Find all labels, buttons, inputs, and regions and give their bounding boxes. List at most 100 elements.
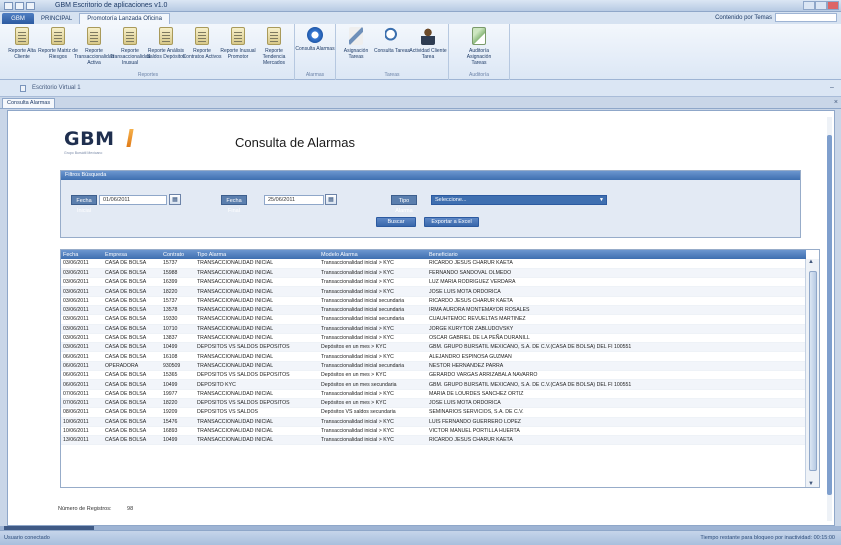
tab-consulta-alarmas[interactable]: Consulta Alarmas: [2, 98, 56, 108]
calendar-icon[interactable]: ▦: [325, 194, 337, 205]
table-cell: CASA DE BOLSA: [103, 389, 161, 399]
scroll-up-icon[interactable]: ▲: [808, 259, 814, 265]
table-row[interactable]: 03/06/2011 CASA DE BOLSA 13578 TRANSACCIONA…: [61, 305, 806, 316]
column-header-contrato[interactable]: Contrato: [161, 250, 195, 259]
asignacion-tareas-button[interactable]: Asignación Tareas: [338, 24, 374, 70]
record-count-label: Número de Registros:: [58, 506, 112, 512]
table-cell: SEMINARIOS SERVICIOS, S.A. DE C.V.: [427, 407, 806, 418]
tipo-alarma-label: Tipo Alarma: [391, 195, 417, 214]
table-cell: DEPOSITOS VS SALDOS: [195, 407, 319, 418]
table-row[interactable]: 06/06/2011 CASA DE BOLSA 15365 DEPOSITOS VS…: [61, 370, 806, 381]
undo-icon[interactable]: [26, 1, 35, 10]
grid-scrollbar[interactable]: ▲ ▼: [805, 259, 819, 487]
auditoria-asignacion-tareas-button[interactable]: Auditoría Asignación Tareas: [451, 24, 507, 70]
scroll-down-icon[interactable]: ▼: [808, 481, 814, 487]
table-cell: Transaccionalidad inicial > KYC: [319, 277, 427, 288]
table-row[interactable]: 03/06/2011 CASA DE BOLSA 19330 TRANSACCIONA…: [61, 314, 806, 325]
table-cell: 03/06/2011: [61, 324, 103, 334]
table-cell: 10/06/2011: [61, 426, 103, 437]
table-row[interactable]: 10/06/2011 CASA DE BOLSA 16893 TRANSACCIONA…: [61, 426, 806, 437]
table-cell: 19977: [161, 389, 195, 399]
table-cell: CASA DE BOLSA: [103, 370, 161, 381]
fecha-inicial-input[interactable]: 01/06/2011: [99, 195, 167, 205]
table-row[interactable]: 03/06/2011 CASA DE BOLSA 10499 DEPOSITOS VS…: [61, 342, 806, 353]
minimize-icon[interactable]: [803, 1, 815, 10]
table-cell: VICTOR MANUEL PORTILLA HUERTA: [427, 426, 806, 437]
ribbon-group-label: Alarmas: [305, 72, 325, 78]
table-row[interactable]: 13/06/2011 CASA DE BOLSA 10499 TRANSACCIONA…: [61, 435, 806, 446]
reporte-analisis-saldos-button[interactable]: Reporte Análisis Saldos Depósitos: [147, 24, 185, 70]
app-icon[interactable]: [4, 1, 13, 10]
consulta-alarmas-button[interactable]: Consulta Alarmas: [295, 24, 335, 70]
page-scroll-thumb[interactable]: [827, 135, 832, 495]
fecha-final-input[interactable]: 25/06/2011: [264, 195, 324, 205]
table-cell: GERARDO VARGAS ARRIZABALA NAVARRO: [427, 370, 806, 381]
table-row[interactable]: 03/06/2011 CASA DE BOLSA 13837 TRANSACCIONA…: [61, 333, 806, 344]
table-row[interactable]: 07/06/2011 CASA DE BOLSA 19977 TRANSACCIONA…: [61, 389, 806, 399]
quick-access-toolbar: [4, 1, 35, 10]
exportar-excel-button[interactable]: Exportar a Excel: [424, 217, 479, 227]
table-row[interactable]: 10/06/2011 CASA DE BOLSA 15476 TRANSACCIONA…: [61, 417, 806, 427]
table-row[interactable]: 03/06/2011 CASA DE BOLSA 15988 TRANSACCIONA…: [61, 268, 806, 279]
scroll-thumb[interactable]: [809, 271, 817, 471]
tab-principal[interactable]: PRINCIPAL: [34, 13, 79, 24]
document-name[interactable]: Escritorio Virtual 1: [32, 85, 81, 91]
tipo-alarma-select[interactable]: Seleccione... ▼: [431, 195, 607, 205]
table-cell: DEPOSITO KYC: [195, 379, 319, 390]
close-tab-icon[interactable]: ×: [834, 99, 838, 106]
tab-promotoria[interactable]: Promotoría Lanzada Oficina: [79, 13, 170, 24]
table-row[interactable]: 06/06/2011 CASA DE BOLSA 10499 DEPOSITO KYC…: [61, 379, 806, 390]
table-cell: GBM. GRUPO BURSATIL MEXICANO, S.A. DE C.…: [427, 342, 806, 353]
table-cell: CASA DE BOLSA: [103, 351, 161, 362]
table-row[interactable]: 03/06/2011 CASA DE BOLSA 10710 TRANSACCIONA…: [61, 324, 806, 334]
table-cell: CASA DE BOLSA: [103, 305, 161, 316]
chevron-down-icon: ▼: [599, 197, 604, 203]
table-row[interactable]: 08/06/2011 CASA DE BOLSA 19209 DEPOSITOS VS…: [61, 407, 806, 418]
window-title: GBM Escritorio de aplicaciones v1.0: [55, 2, 168, 9]
minimize-panel-icon[interactable]: –: [830, 84, 838, 92]
table-cell: 03/06/2011: [61, 268, 103, 279]
table-row[interactable]: 03/06/2011 CASA DE BOLSA 15737 TRANSACCIONA…: [61, 259, 806, 269]
filters-panel: Filtros Búsqueda Fecha Inicial 01/06/201…: [60, 170, 801, 238]
column-header-empresa[interactable]: Empresa: [103, 250, 161, 259]
table-cell: CASA DE BOLSA: [103, 324, 161, 334]
save-icon[interactable]: [15, 1, 24, 10]
reporte-transaccionalidad-inusual-button[interactable]: Reporte Transaccionalidad Inusual: [110, 24, 150, 70]
table-row[interactable]: 03/06/2011 CASA DE BOLSA 16399 TRANSACCIONA…: [61, 277, 806, 288]
table-row[interactable]: 07/06/2011 CASA DE BOLSA 18220 DEPOSITOS VS…: [61, 398, 806, 409]
column-header-tipo-alarma[interactable]: Tipo Alarma: [195, 250, 319, 259]
reporte-inusual-promotor-button[interactable]: Reporte Inusual Promotor: [220, 24, 256, 70]
column-header-modelo-alarma[interactable]: Modelo Alarma: [319, 250, 427, 259]
buscar-button[interactable]: Buscar: [376, 217, 416, 227]
table-row[interactable]: 06/06/2011 CASA DE BOLSA 16108 TRANSACCIONA…: [61, 351, 806, 362]
consulta-tareas-button[interactable]: Consulta Tareas: [374, 24, 410, 70]
help-search-input[interactable]: [775, 13, 837, 22]
table-row[interactable]: 06/06/2011 OPERADORA 930509 TRANSACCIONALID…: [61, 361, 806, 372]
table-cell: TRANSACCIONALIDAD INICIAL: [195, 351, 319, 362]
page-scrollbar[interactable]: [827, 117, 832, 521]
reporte-alta-cliente-button[interactable]: Reporte Alta Cliente: [4, 24, 40, 70]
status-right: Tiempo restante para bloqueo por inactiv…: [700, 535, 835, 541]
actividad-cliente-tarea-button[interactable]: Actividad Cliente Tarea: [409, 24, 447, 70]
status-bar: Usuario conectado Tiempo restante para b…: [0, 530, 841, 545]
reporte-matriz-riesgos-button[interactable]: Reporte Matriz de Riesgos: [38, 24, 78, 70]
reporte-transaccionalidad-activa-button[interactable]: Reporte Transaccionalidad Activa: [74, 24, 114, 70]
document-icon: [195, 27, 209, 45]
document-strip: Escritorio Virtual 1 –: [0, 80, 841, 97]
table-row[interactable]: 03/06/2011 CASA DE BOLSA 15737 TRANSACCIONA…: [61, 296, 806, 307]
document-icon: [267, 27, 281, 45]
column-header-fecha[interactable]: Fecha: [61, 250, 103, 259]
table-cell: CASA DE BOLSA: [103, 426, 161, 437]
application-menu-button[interactable]: GBM: [2, 13, 34, 24]
calendar-icon[interactable]: ▦: [169, 194, 181, 205]
table-cell: 19209: [161, 407, 195, 418]
table-cell: CASA DE BOLSA: [103, 314, 161, 325]
maximize-icon[interactable]: [815, 1, 827, 10]
column-header-beneficiario[interactable]: Beneficiario: [427, 250, 806, 259]
help-search-label: Contenido por Temas: [715, 14, 772, 21]
reporte-contratos-activos-button[interactable]: Reporte Contratos Activos: [183, 24, 221, 70]
table-row[interactable]: 03/06/2011 CASA DE BOLSA 18220 TRANSACCIONA…: [61, 286, 806, 297]
reporte-tendencia-mercados-button[interactable]: Reporte Tendencia Mercados: [256, 24, 292, 70]
table-cell: 16893: [161, 426, 195, 437]
close-icon[interactable]: [827, 1, 839, 10]
